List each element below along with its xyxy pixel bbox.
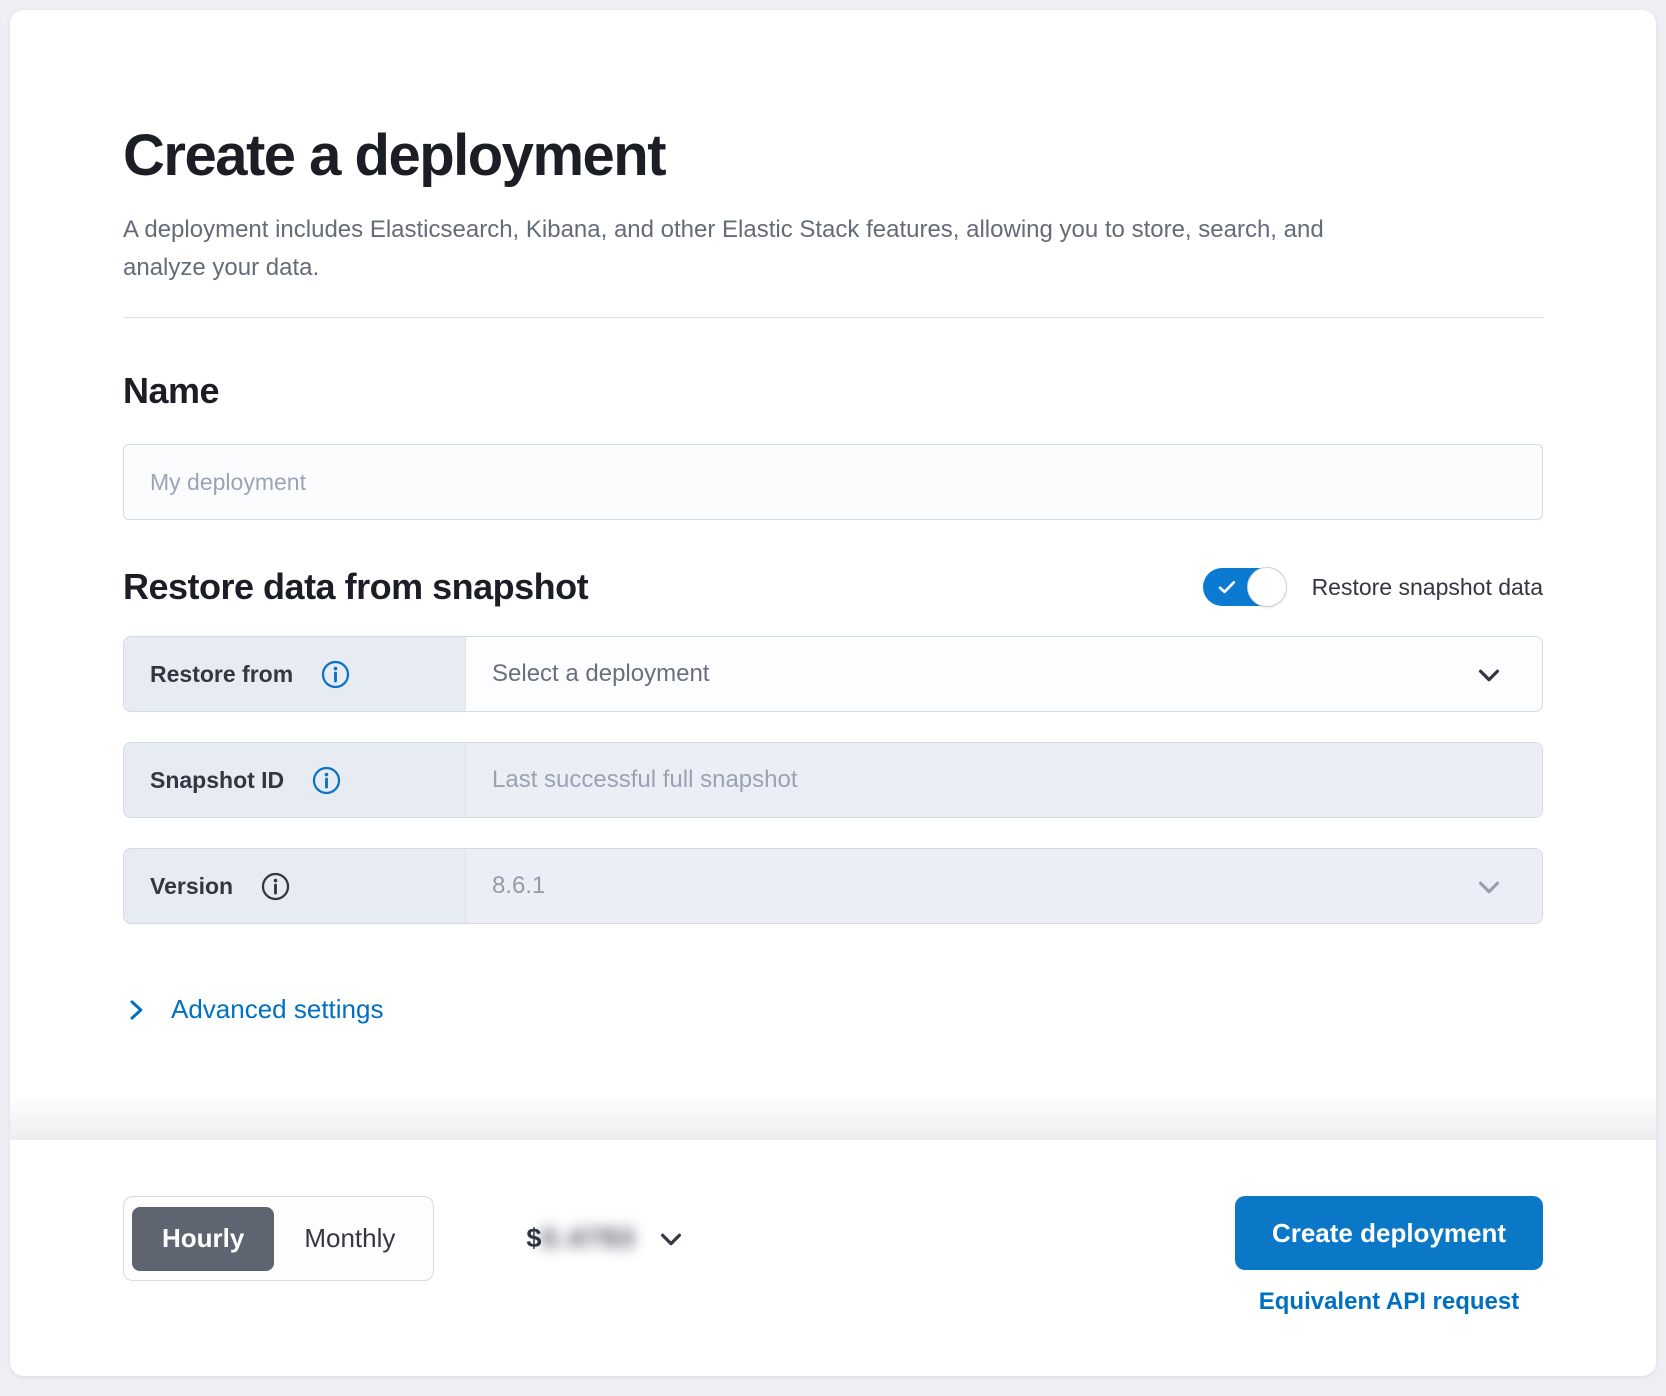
toggle-knob xyxy=(1247,567,1287,607)
restore-snapshot-toggle[interactable] xyxy=(1203,568,1285,606)
bottom-bar: Hourly Monthly $ 0.4793 Create deploymen… xyxy=(10,1140,1656,1376)
price-currency: $ xyxy=(526,1223,541,1254)
restore-from-row: Restore from Select a deployment xyxy=(123,636,1543,712)
advanced-settings-link[interactable]: Advanced settings xyxy=(123,994,383,1025)
restore-heading: Restore data from snapshot xyxy=(123,566,588,608)
check-icon xyxy=(1216,576,1238,598)
create-deployment-panel: Create a deployment A deployment include… xyxy=(10,10,1656,1376)
chevron-down-icon xyxy=(1474,872,1504,902)
info-icon[interactable] xyxy=(321,660,350,689)
snapshot-id-input xyxy=(492,766,1516,794)
snapshot-id-row: Snapshot ID xyxy=(123,742,1543,818)
equivalent-api-request-link[interactable]: Equivalent API request xyxy=(1259,1288,1520,1316)
advanced-settings-label: Advanced settings xyxy=(171,994,383,1025)
restore-from-label-cell: Restore from xyxy=(124,637,466,711)
footer-actions: Create deployment Equivalent API request xyxy=(1235,1196,1543,1316)
monthly-button[interactable]: Monthly xyxy=(274,1207,425,1271)
version-select: 8.6.1 xyxy=(466,849,1542,923)
hourly-button[interactable]: Hourly xyxy=(132,1207,274,1271)
version-row: Version 8.6.1 xyxy=(123,848,1543,924)
restore-from-label: Restore from xyxy=(150,661,293,688)
version-label-cell: Version xyxy=(124,849,466,923)
snapshot-id-field xyxy=(466,743,1542,817)
chevron-down-icon[interactable] xyxy=(656,1224,686,1254)
billing-interval-toggle: Hourly Monthly xyxy=(123,1196,434,1281)
divider xyxy=(123,317,1543,318)
snapshot-id-label-cell: Snapshot ID xyxy=(124,743,466,817)
name-heading: Name xyxy=(123,370,1543,412)
info-icon[interactable] xyxy=(312,766,341,795)
snapshot-id-label: Snapshot ID xyxy=(150,767,284,794)
main-content: Create a deployment A deployment include… xyxy=(10,10,1656,1140)
toggle-label: Restore snapshot data xyxy=(1312,574,1543,601)
page-title: Create a deployment xyxy=(123,122,1543,189)
restore-form: Restore from Select a deployment xyxy=(123,636,1543,924)
create-deployment-button[interactable]: Create deployment xyxy=(1235,1196,1543,1270)
deployment-name-input[interactable] xyxy=(123,444,1543,520)
version-label: Version xyxy=(150,873,233,900)
chevron-down-icon xyxy=(1474,660,1504,690)
chevron-right-icon xyxy=(123,997,149,1023)
price-amount-blurred: 0.4793 xyxy=(541,1223,636,1254)
restore-from-value: Select a deployment xyxy=(492,660,709,688)
version-value: 8.6.1 xyxy=(492,872,545,900)
restore-from-select[interactable]: Select a deployment xyxy=(466,637,1542,711)
info-icon[interactable] xyxy=(261,872,290,901)
price-display: $ 0.4793 xyxy=(526,1196,686,1281)
page-subtitle: A deployment includes Elasticsearch, Kib… xyxy=(123,211,1393,287)
